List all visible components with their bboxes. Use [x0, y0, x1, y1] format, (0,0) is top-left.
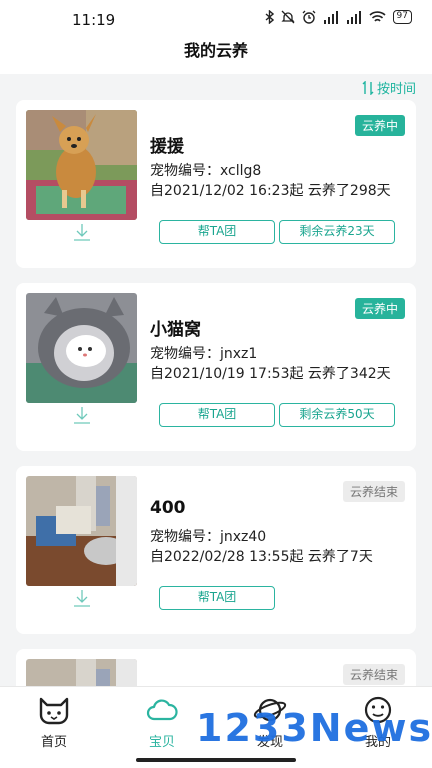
- pet-id: 宠物编号：jnxz1: [150, 343, 257, 363]
- pet-card[interactable]: 云养结束 400 宠物编号：jnxz40 自2022/02/28 13:55起 …: [16, 466, 416, 634]
- pet-since: 自2022/02/28 13:55起 云养了7天: [150, 549, 373, 565]
- mute-icon: [280, 10, 295, 24]
- bluetooth-icon: [265, 10, 274, 24]
- download-icon[interactable]: [72, 223, 92, 241]
- title-bar: 我的云养: [0, 38, 432, 74]
- pet-id-value: jnxz40: [220, 529, 267, 545]
- pet-since: 自2021/12/02 16:23起 云养了298天: [150, 183, 391, 199]
- sort-label: 按时间: [376, 82, 416, 97]
- signal-icon: [323, 10, 338, 24]
- download-icon[interactable]: [72, 589, 92, 607]
- pet-id-value: xcllg8: [220, 163, 262, 179]
- status-badge: 云养结束: [342, 481, 405, 502]
- download-icon[interactable]: [72, 406, 92, 424]
- help-group-button[interactable]: 帮TA团: [159, 220, 275, 244]
- pet-card[interactable]: 云养中 援援 宠物编号：xcllg8 自2021/12/02 16:23起 云养…: [16, 100, 416, 268]
- pet-id-label: 宠物编号：: [150, 163, 220, 179]
- pet-name: 援援: [150, 137, 184, 157]
- help-group-button[interactable]: 帮TA团: [159, 403, 275, 427]
- pet-name: 400: [150, 498, 186, 518]
- cloud-icon: [146, 699, 178, 721]
- status-time: 11:19: [72, 11, 116, 29]
- pet-photo: [26, 293, 137, 403]
- pet-id: 宠物编号：jnxz40: [150, 526, 266, 546]
- status-badge: 云养中: [354, 115, 405, 136]
- pet-id-label: 宠物编号：: [150, 529, 220, 545]
- status-badge: 云养中: [354, 298, 405, 319]
- pet-card[interactable]: 云养中 小猫窝 宠物编号：jnxz1 自2021/10/19 17:53起 云养…: [16, 283, 416, 451]
- tab-home[interactable]: 首页: [0, 687, 108, 750]
- pet-since: 自2021/10/19 17:53起 云养了342天: [150, 366, 391, 382]
- pet-id: 宠物编号：xcllg8: [150, 160, 261, 180]
- signal-icon-2: [346, 10, 361, 24]
- pet-id-value: jnxz1: [220, 346, 258, 362]
- sort-icon: [362, 80, 374, 95]
- sort-by-time-button[interactable]: 按时间: [362, 78, 416, 97]
- remaining-days-button[interactable]: 剩余云养23天: [279, 220, 395, 244]
- alarm-icon: [302, 10, 316, 24]
- status-badge: 云养结束: [342, 664, 405, 685]
- status-icons: 97: [265, 10, 412, 24]
- wifi-icon: [369, 10, 386, 22]
- home-indicator[interactable]: [136, 758, 296, 762]
- tab-home-label: 首页: [40, 735, 67, 750]
- pet-id-label: 宠物编号：: [150, 346, 220, 362]
- battery-icon: 97: [392, 10, 412, 24]
- watermark-text: 1233News: [196, 706, 432, 750]
- help-group-button[interactable]: 帮TA团: [159, 586, 275, 610]
- pet-name: 小猫窝: [150, 320, 201, 340]
- pet-photo: [26, 476, 137, 586]
- status-bar: 11:19 97: [0, 0, 432, 38]
- page-title: 我的云养: [183, 41, 248, 60]
- remaining-days-button[interactable]: 剩余云养50天: [279, 403, 395, 427]
- pet-photo: [26, 110, 137, 220]
- cat-face-icon: [39, 697, 69, 725]
